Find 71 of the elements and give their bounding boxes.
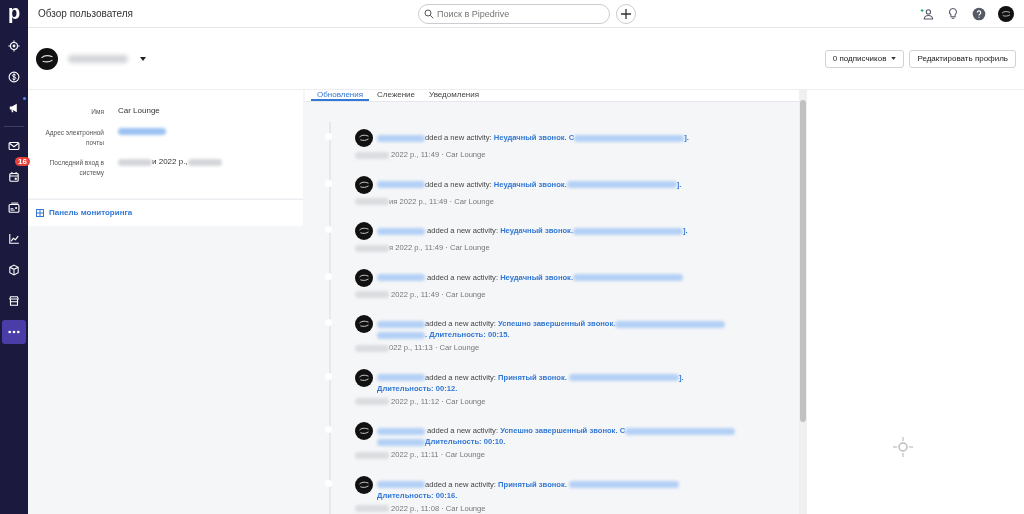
field-value: Car Lounge [118,106,160,115]
blurred-text [377,374,425,381]
crosshair-icon [892,436,914,458]
box-icon [7,262,21,277]
timeline-dot [325,226,332,233]
blurred-text [355,451,389,459]
avatar-icon [355,222,373,240]
avatar-icon [355,475,373,494]
blurred-text [187,158,222,166]
edit-profile-button[interactable]: Редактировать профиль [909,49,1016,68]
blurred-text [377,331,425,339]
tab[interactable]: Обновления [311,90,370,101]
timeline-dot [325,372,332,380]
dashboard-icon [36,208,44,217]
calendar-icon [7,169,21,184]
dashboard-link[interactable]: Панель мониторинга [36,208,133,218]
blurred-text [377,134,425,142]
dollar-icon [7,69,21,84]
lightbulb-icon[interactable] [946,6,960,21]
people-icon[interactable] [920,6,934,21]
blurred-text [377,274,425,281]
avatar-icon [355,315,373,333]
blurred-text [377,181,425,188]
sidebar-item[interactable] [2,319,26,344]
add-button[interactable] [616,3,636,24]
avatar-icon [998,5,1014,22]
blurred-text [377,320,425,328]
blurred-text [355,398,389,405]
blurred-text [377,427,425,435]
avatar-icon [355,268,373,287]
plus-icon [621,8,631,19]
blurred-text [355,198,389,205]
timeline-dot [325,272,332,280]
field-value: и 2022 р., [152,157,188,167]
scrollbar[interactable] [799,90,807,514]
blurred-text [355,244,389,252]
target-icon [7,38,21,53]
timeline-dot [325,319,332,326]
contact-card-icon [7,200,21,215]
timeline-dot [325,179,332,187]
followers-button[interactable]: 0 подписчиков [824,49,905,68]
more-icon [8,329,20,334]
timeline-dot [325,479,332,487]
timeline-dot [325,426,332,433]
search-icon [424,8,434,19]
avatar-icon [355,175,373,194]
count-badge: 16 [15,156,30,166]
blurred-text [118,158,152,166]
blurred-text [355,291,389,298]
avatar-icon [355,422,373,440]
blurred-text [377,227,425,235]
avatar-icon [355,368,373,387]
blurred-text [118,128,166,136]
timeline-dot [325,133,332,140]
store-icon [7,293,21,308]
blurred-text [377,438,425,446]
pipedrive-logo[interactable]: p [7,0,21,28]
blurred-text [355,505,389,512]
tab[interactable]: Слежение [371,90,422,101]
caret-icon[interactable] [140,56,146,61]
page-title: Обзор пользователя [38,8,133,19]
chart-icon [7,231,21,246]
avatar-icon [36,47,58,70]
avatar-icon [355,129,373,147]
blurred-text [355,151,389,159]
help-icon[interactable] [972,6,986,21]
tab[interactable]: Уведомления [423,90,486,101]
search-field[interactable]: Поиск в Pipedrive [418,3,610,24]
blurred-text [377,481,425,488]
caret-icon [891,57,897,60]
blurred-text [355,344,389,352]
